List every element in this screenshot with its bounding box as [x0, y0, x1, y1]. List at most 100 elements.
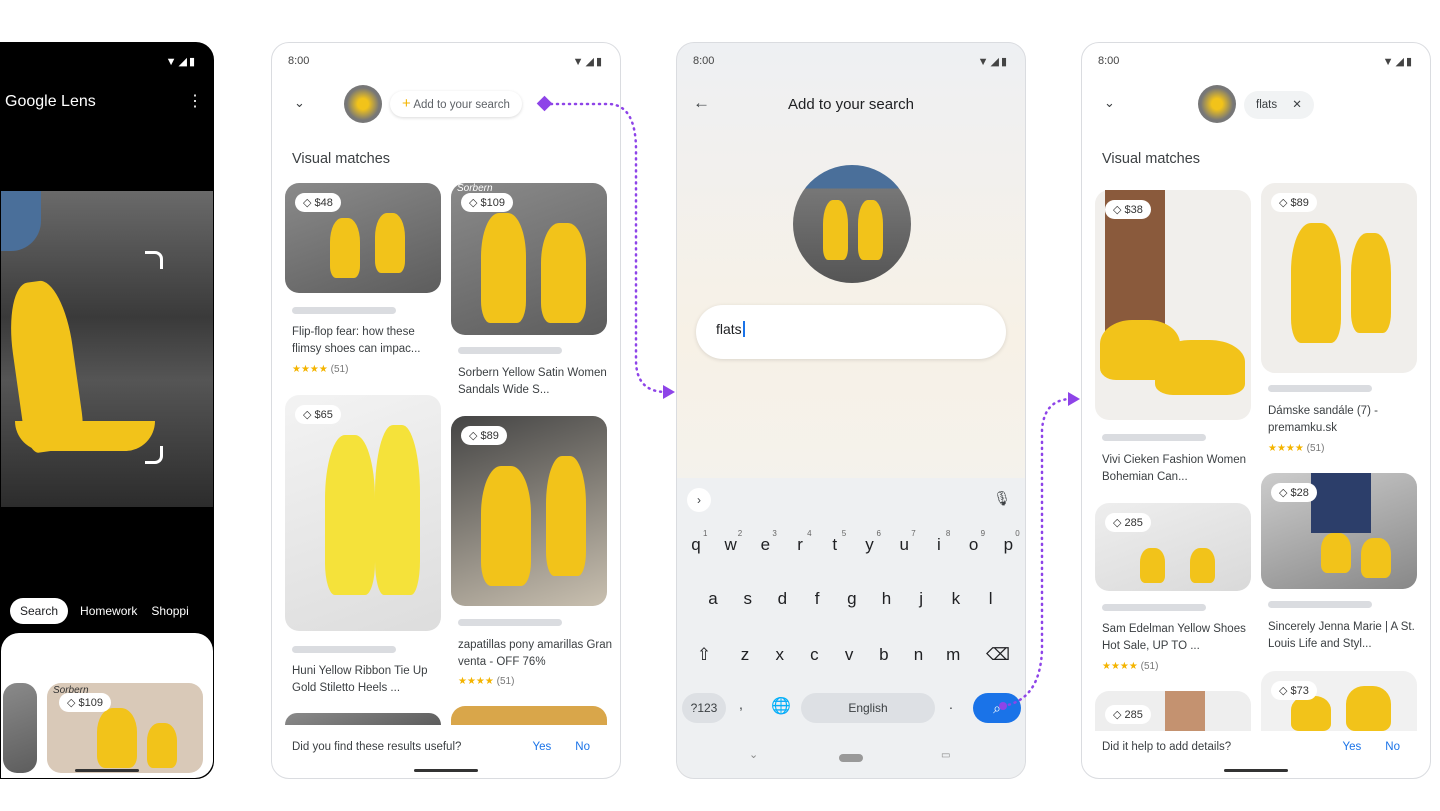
key-x[interactable]: x — [765, 645, 795, 665]
collapse-chevron-icon[interactable]: ⌄ — [1104, 95, 1115, 111]
key-d[interactable]: d — [767, 589, 797, 609]
result-thumbnail[interactable]: ◇ $28 — [1261, 473, 1417, 589]
key-g[interactable]: g — [837, 589, 867, 609]
camera-preview — [1, 191, 213, 507]
key-m[interactable]: m — [938, 645, 968, 665]
result-title[interactable]: zapatillas pony amarillas Gran venta - O… — [458, 637, 613, 671]
globe-icon[interactable]: 🌐 — [771, 696, 791, 716]
key-c[interactable]: c — [799, 645, 829, 665]
add-to-search-chip[interactable]: + Add to your search — [390, 91, 522, 117]
result-thumbnail[interactable]: Sorbern ◇ $109 — [451, 183, 607, 335]
collapse-chevron-icon[interactable]: ⌄ — [294, 95, 305, 111]
key-b[interactable]: b — [869, 645, 899, 665]
key-u[interactable]: u — [889, 535, 919, 555]
result-thumbnail[interactable]: Sorbern ◇ $109 — [47, 683, 203, 773]
key-r[interactable]: r — [785, 535, 815, 555]
key-hint: 7 — [911, 529, 916, 538]
symbols-key[interactable]: ?123 — [682, 693, 726, 723]
no-button[interactable]: No — [1385, 741, 1400, 753]
key-l[interactable]: l — [976, 589, 1006, 609]
result-thumbnail[interactable]: ◇ $38 — [1095, 190, 1251, 420]
status-icons: ▼◢▮ — [165, 55, 197, 68]
key-s[interactable]: s — [733, 589, 763, 609]
crop-corner-bottom-icon[interactable] — [145, 446, 163, 464]
result-title[interactable]: Sincerely Jenna Marie | A St. Louis Life… — [1268, 619, 1423, 653]
query-chip[interactable]: flats ✕ — [1244, 91, 1314, 119]
key-o[interactable]: o — [959, 535, 989, 555]
key-q[interactable]: q — [681, 535, 711, 555]
result-thumbnail[interactable]: ◇ $65 — [285, 395, 441, 631]
rating: ★★★★ (51) — [458, 676, 515, 687]
price-tag: ◇ $109 — [59, 693, 111, 712]
result-title[interactable]: Dámske sandále (7) - premamku.sk — [1268, 403, 1423, 437]
rating: ★★★★ (51) — [292, 364, 349, 375]
key-a[interactable]: a — [698, 589, 728, 609]
result-title[interactable]: Sorbern Yellow Satin Women Sandals Wide … — [458, 365, 613, 399]
key-z[interactable]: z — [730, 645, 760, 665]
yes-button[interactable]: Yes — [533, 741, 552, 753]
tab-shopping[interactable]: Shoppi — [149, 598, 190, 624]
backspace-icon[interactable]: ⌫ — [983, 645, 1013, 665]
result-title[interactable]: Vivi Cieken Fashion Women Bohemian Can..… — [1102, 452, 1257, 486]
result-title[interactable]: Sam Edelman Yellow Shoes Hot Sale, UP TO… — [1102, 621, 1257, 655]
price-tag: ◇ $73 — [1271, 681, 1317, 700]
result-thumbnail[interactable]: ◇ 285 — [1095, 691, 1251, 731]
query-image — [793, 165, 911, 283]
space-key[interactable]: English — [801, 693, 935, 723]
status-time: 8:00 — [693, 55, 715, 67]
connector-arrowhead-icon — [663, 385, 675, 399]
query-image-avatar[interactable] — [344, 85, 382, 123]
results-sheet[interactable]: Sorbern ◇ $109 — [1, 633, 213, 778]
query-image-avatar[interactable] — [1198, 85, 1236, 123]
result-title[interactable]: Huni Yellow Ribbon Tie Up Gold Stiletto … — [292, 663, 447, 697]
key-i[interactable]: i — [924, 535, 954, 555]
key-hint: 1 — [703, 529, 708, 538]
comma-key[interactable]: , — [739, 696, 743, 712]
search-input[interactable]: flats — [696, 305, 1006, 359]
app-title: Google Lens — [5, 93, 96, 110]
key-e[interactable]: e — [750, 535, 780, 555]
tab-search[interactable]: Search — [10, 598, 69, 624]
key-hint: 8 — [945, 529, 951, 538]
key-y[interactable]: y — [855, 535, 885, 555]
no-button[interactable]: No — [575, 741, 590, 753]
mic-icon[interactable]: 🎙 — [993, 490, 1011, 507]
remove-chip-icon[interactable]: ✕ — [1292, 99, 1302, 111]
result-thumbnail[interactable]: ◇ $48 — [285, 183, 441, 293]
price-tag: ◇ $109 — [461, 193, 513, 212]
key-v[interactable]: v — [834, 645, 864, 665]
feedback-bar: Did it help to add details? Yes No — [1102, 741, 1400, 753]
price-tag: ◇ $48 — [295, 193, 341, 212]
connector-arrowhead-icon — [1068, 392, 1080, 406]
status-time: 8:00 — [288, 55, 310, 67]
keyboard-switch-icon[interactable]: ▭ — [941, 750, 950, 761]
result-thumbnail[interactable]: ◇ $73 — [1261, 671, 1417, 731]
key-t[interactable]: t — [820, 535, 850, 555]
more-icon[interactable]: ⋮ — [187, 91, 203, 111]
key-n[interactable]: n — [904, 645, 934, 665]
key-w[interactable]: w — [716, 535, 746, 555]
result-title[interactable]: Flip-flop fear: how these flimsy shoes c… — [292, 324, 447, 358]
key-hint: 0 — [1015, 529, 1020, 538]
key-j[interactable]: j — [906, 589, 936, 609]
shift-icon[interactable]: ⇧ — [689, 645, 719, 665]
screen-visual-matches: 8:00 ▼◢▮ ⌄ + Add to your search Visual ma… — [271, 42, 621, 779]
price-tag: ◇ $38 — [1105, 200, 1151, 219]
status-time: 8:00 — [1098, 55, 1120, 67]
expand-chevron-icon[interactable]: › — [687, 488, 711, 512]
result-thumbnail[interactable]: ◇ $89 — [1261, 183, 1417, 373]
tab-homework[interactable]: Homework — [74, 598, 143, 624]
hide-keyboard-icon[interactable]: ⌄ — [749, 748, 758, 761]
key-h[interactable]: h — [872, 589, 902, 609]
crop-corner-top-icon[interactable] — [145, 251, 163, 269]
key-hint: 9 — [980, 529, 986, 538]
key-f[interactable]: f — [802, 589, 832, 609]
result-thumbnail[interactable]: ◇ $89 — [451, 416, 607, 606]
key-k[interactable]: k — [941, 589, 971, 609]
period-key[interactable]: . — [949, 696, 953, 712]
key-p[interactable]: p — [993, 535, 1023, 555]
result-thumbnail[interactable]: ◇ 285 — [1095, 503, 1251, 591]
key-hint: 4 — [807, 529, 812, 538]
yes-button[interactable]: Yes — [1343, 741, 1362, 753]
search-key[interactable]: ⌕ — [973, 693, 1021, 723]
